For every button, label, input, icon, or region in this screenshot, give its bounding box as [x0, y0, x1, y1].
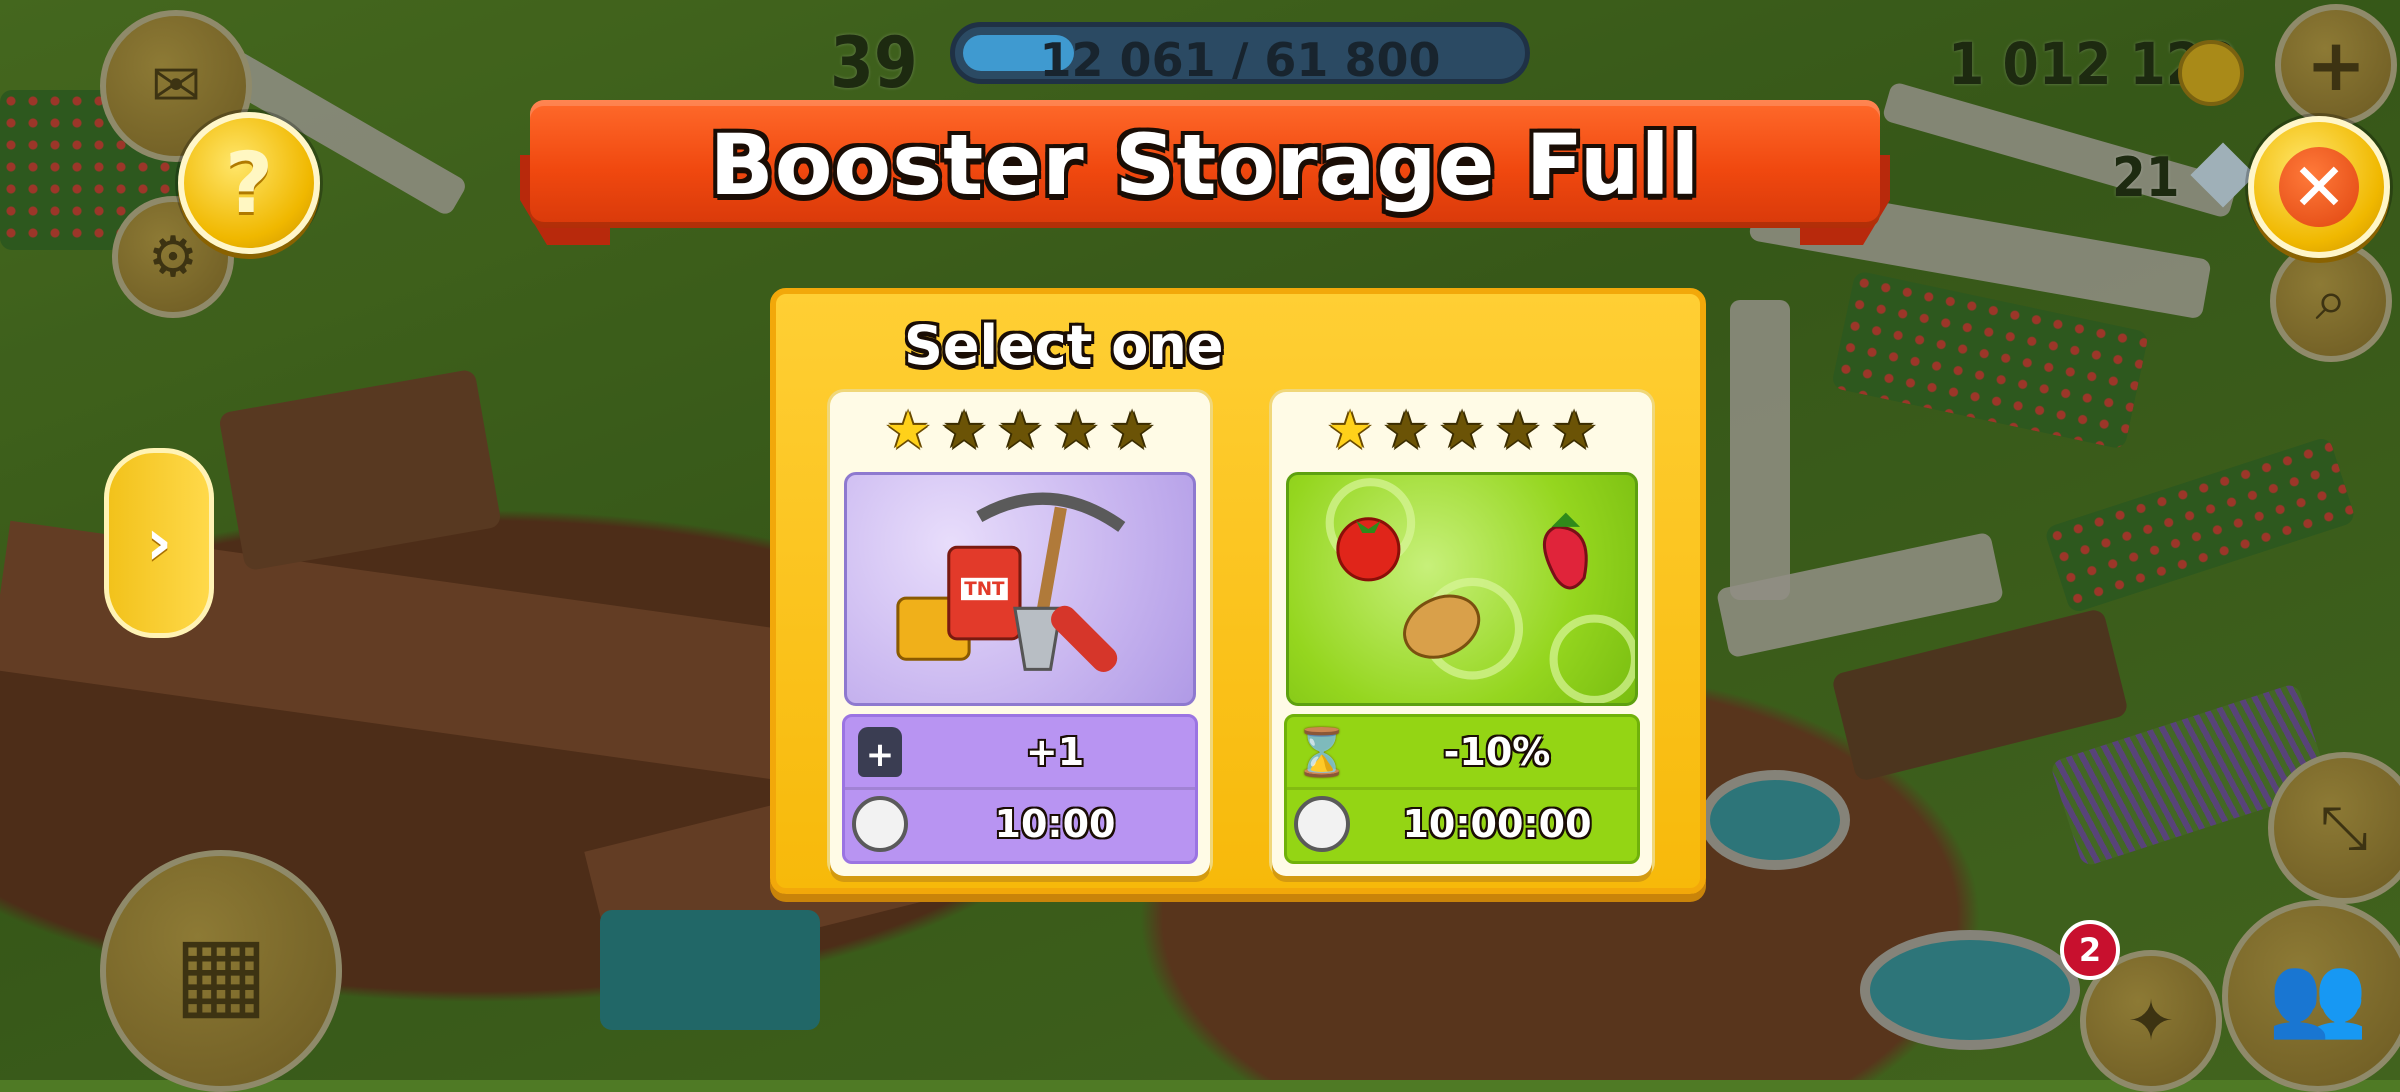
star-filled-icon: ★ [884, 401, 932, 461]
add-coins-button[interactable]: + [2275, 4, 2397, 126]
booster-stats-1: + +1 10:00 [842, 714, 1198, 864]
cash-register-icon: ▦ [173, 912, 269, 1030]
level-number: 39 [830, 22, 918, 104]
booster-stats-2: ⌛ -10% 10:00:00 [1284, 714, 1640, 864]
coin-icon [2178, 40, 2244, 106]
effect-value: -10% [1443, 730, 1551, 774]
hourglass-icon: ⌛ [1293, 724, 1351, 779]
xp-text: 12 061 / 61 800 [1039, 33, 1441, 84]
booster-image-tools: TNT [844, 472, 1196, 706]
side-panel-toggle[interactable]: › [104, 448, 214, 638]
star-rating: ★ ★ ★ ★ ★ [1272, 401, 1652, 461]
booster-option-card-1[interactable]: ★ ★ ★ ★ ★ TNT + +1 10:00 [830, 392, 1210, 876]
star-filled-icon: ★ [1326, 401, 1374, 461]
close-icon: ✕ [2279, 147, 2359, 227]
dialog-title: Booster Storage Full [709, 116, 1701, 214]
envelope-icon: ✉ [150, 51, 202, 121]
star-empty-icon: ★ [1494, 401, 1542, 461]
star-card-icon: ✦ [2127, 988, 2175, 1054]
star-empty-icon: ★ [940, 401, 988, 461]
friends-button[interactable]: 👥 [2222, 900, 2400, 1092]
chevron-right-icon: › [145, 506, 173, 580]
arrows-collapse-icon: ⤡ [2320, 793, 2368, 863]
diamond-count: 21 [2112, 146, 2180, 209]
dialog-subtitle: Select one [904, 314, 1224, 377]
tools-illustration: TNT [896, 492, 1126, 672]
banner-ribbon: Booster Storage Full [530, 100, 1880, 228]
dialog-banner: Booster Storage Full [520, 100, 1890, 250]
stopwatch-icon [852, 796, 908, 852]
star-empty-icon: ★ [1438, 401, 1486, 461]
help-button[interactable]: ? [178, 112, 320, 254]
effect-row: + +1 [845, 717, 1195, 787]
xp-bar[interactable]: 12 061 / 61 800 [950, 22, 1530, 84]
search-button[interactable]: ⌕ [2270, 240, 2392, 362]
star-empty-icon: ★ [1108, 401, 1156, 461]
people-icon: 👥 [2268, 949, 2368, 1042]
svg-text:TNT: TNT [964, 579, 1005, 600]
duration-row: 10:00:00 [1287, 789, 1637, 859]
question-mark-icon: ? [224, 134, 274, 232]
close-button[interactable]: ✕ [2248, 116, 2390, 258]
booster-image-crops [1286, 472, 1638, 706]
star-empty-icon: ★ [1550, 401, 1598, 461]
booster-option-card-2[interactable]: ★ ★ ★ ★ ★ ⌛ -10% 10:00:00 [1272, 392, 1652, 876]
duration-value: 10:00 [994, 802, 1116, 846]
shop-register-button[interactable]: ▦ [100, 850, 342, 1092]
plus-icon: + [2305, 23, 2367, 107]
effect-row: ⌛ -10% [1287, 717, 1637, 787]
crops-illustration [1325, 478, 1635, 703]
magnifier-icon: ⌕ [2315, 268, 2347, 333]
notification-badge: 2 [2060, 920, 2120, 980]
duration-row: 10:00 [845, 789, 1195, 859]
booster-dialog-panel: Select one ★ ★ ★ ★ ★ TNT + +1 10:00 ★ ★ … [770, 288, 1706, 894]
star-empty-icon: ★ [1052, 401, 1100, 461]
star-empty-icon: ★ [1382, 401, 1430, 461]
stopwatch-icon [1294, 796, 1350, 852]
gear-icon: ⚙ [147, 224, 199, 290]
star-empty-icon: ★ [996, 401, 1044, 461]
storage-weight-icon: + [858, 727, 902, 777]
duration-value: 10:00:00 [1402, 802, 1592, 846]
effect-value: +1 [1025, 730, 1085, 774]
star-rating: ★ ★ ★ ★ ★ [830, 401, 1210, 461]
